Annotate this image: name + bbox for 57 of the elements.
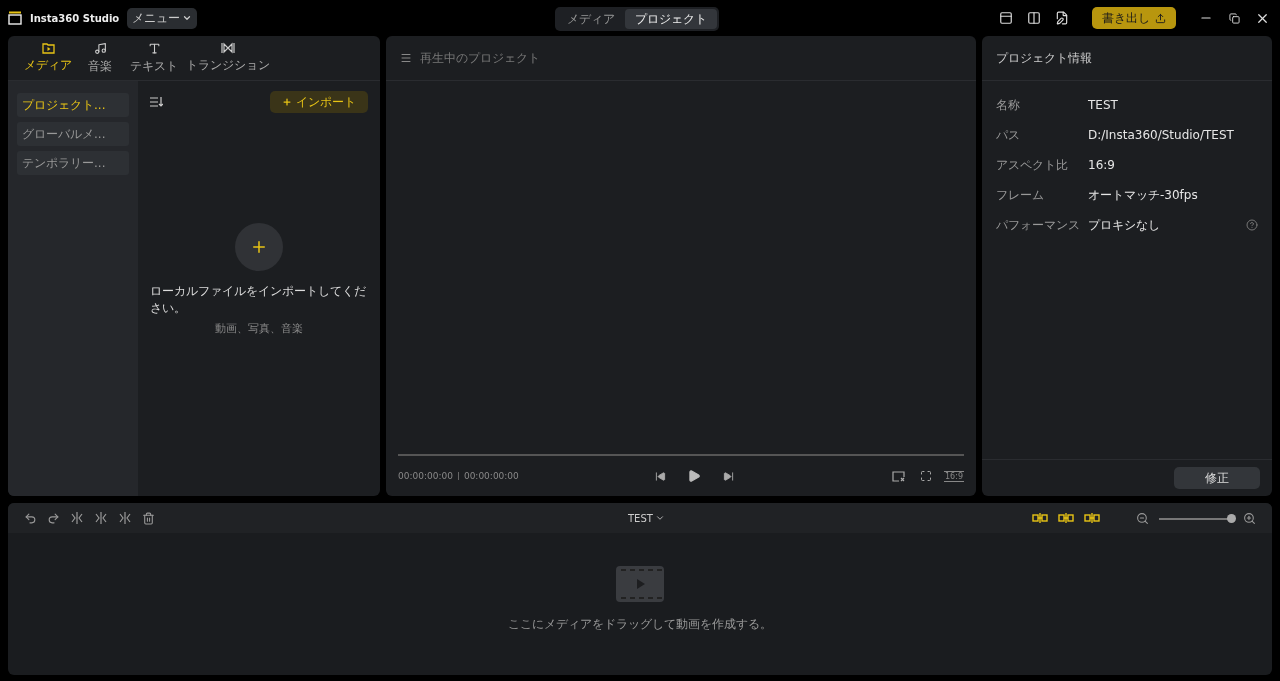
zoom-thumb[interactable]: [1226, 513, 1236, 523]
media-types: 動画、写真、音楽: [215, 321, 303, 336]
folder-item[interactable]: プロジェクト...: [17, 93, 129, 117]
library-tab[interactable]: メディア: [22, 42, 74, 74]
info-value: D:/Insta360/Studio/TEST: [1088, 128, 1235, 142]
chevron-down-icon: [182, 13, 193, 23]
info-label: フレーム: [996, 186, 1045, 204]
redo-icon[interactable]: [47, 511, 60, 525]
split-icon[interactable]: [70, 511, 84, 525]
zoom-out-icon[interactable]: [1136, 511, 1149, 525]
info-label: パフォーマンス: [996, 216, 1081, 234]
edit-button[interactable]: 修正: [1174, 467, 1260, 489]
info-label: アスペクト比: [996, 156, 1069, 174]
trim-right-icon[interactable]: [118, 511, 132, 525]
upload-icon: [1155, 12, 1166, 24]
sort-icon[interactable]: [150, 97, 163, 107]
app-title: Insta360 Studio: [30, 12, 120, 24]
info-value: オートマッチ-30fps: [1088, 186, 1199, 204]
library-tab[interactable]: テキスト: [126, 41, 182, 75]
menu-icon[interactable]: [400, 52, 412, 64]
mode-tab[interactable]: プロジェクト: [625, 9, 717, 29]
timeline-hint: ここにメディアをドラッグして動画を作成する。: [508, 615, 772, 633]
info-label: パス: [996, 126, 1021, 144]
zoom-in-icon[interactable]: [1243, 511, 1256, 525]
clapperboard-icon: [8, 11, 22, 25]
library-tab[interactable]: トランジション: [182, 42, 274, 74]
library-tab[interactable]: 音楽: [74, 41, 126, 75]
total-time: 00:00:00:00: [463, 471, 519, 481]
preview-title: 再生中のプロジェクト: [420, 49, 540, 67]
info-value: 16:9: [1088, 158, 1116, 172]
import-button[interactable]: インポート: [270, 91, 368, 113]
folder-play-icon: [41, 42, 55, 54]
current-time: 00:00:00:00: [398, 471, 453, 481]
help-icon[interactable]: [1246, 219, 1258, 231]
info-value: TEST: [1088, 98, 1119, 112]
mode-tab[interactable]: メディア: [557, 9, 625, 29]
plus-icon: [282, 97, 292, 107]
plus-icon: [250, 238, 268, 256]
folder-item[interactable]: テンポラリー...: [17, 151, 129, 175]
export-button[interactable]: 書き出し: [1092, 7, 1176, 29]
folder-item[interactable]: グローバルメ...: [17, 122, 129, 146]
aspect-ratio-button[interactable]: 16:9: [944, 470, 964, 482]
menu-dropdown[interactable]: メニュー: [127, 7, 198, 29]
trim-left-icon[interactable]: [94, 511, 108, 525]
transition-icon: [221, 42, 235, 54]
import-hint: ローカルファイルをインポートしてください。: [150, 283, 367, 317]
chevron-down-icon: [654, 513, 665, 523]
film-icon: [616, 565, 664, 602]
undo-icon[interactable]: [24, 511, 37, 525]
music-icon: [93, 41, 107, 55]
info-value: プロキシなし: [1088, 216, 1161, 234]
delete-icon[interactable]: [142, 511, 155, 525]
info-title: プロジェクト情報: [996, 49, 1092, 67]
project-dropdown[interactable]: TEST: [622, 511, 671, 525]
link-icon[interactable]: [1032, 512, 1048, 524]
info-label: 名称: [996, 96, 1021, 114]
text-icon: [147, 41, 161, 55]
